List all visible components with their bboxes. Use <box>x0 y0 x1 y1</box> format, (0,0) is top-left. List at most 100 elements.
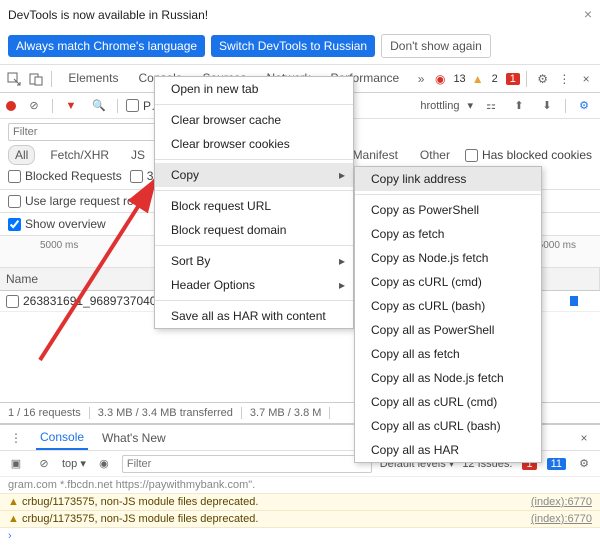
context-menu: Open in new tab Clear browser cache Clea… <box>154 76 354 329</box>
menu-save-har[interactable]: Save all as HAR with content <box>155 304 353 328</box>
menu-copy[interactable]: Copy▸ <box>155 163 353 187</box>
search-icon[interactable]: 🔍 <box>89 96 109 116</box>
filter-other[interactable]: Other <box>413 145 457 165</box>
live-expression-icon[interactable]: ◉ <box>94 454 114 474</box>
large-rows-checkbox[interactable]: Use large request rows <box>8 194 148 208</box>
warn-icon: ▲ <box>472 72 484 86</box>
error-dot-icon: ◉ <box>435 72 445 86</box>
request-count: 1 / 16 requests <box>8 407 90 419</box>
menu-copy-all-ps[interactable]: Copy all as PowerShell <box>355 318 541 342</box>
menu-copy-all-curl-cmd[interactable]: Copy all as cURL (cmd) <box>355 390 541 414</box>
console-clear-icon[interactable]: ⊘ <box>34 454 54 474</box>
close-drawer-icon[interactable]: × <box>574 428 594 448</box>
resources-size: 3.7 MB / 3.8 M <box>250 407 331 419</box>
menu-clear-cookies[interactable]: Clear browser cookies <box>155 132 353 156</box>
filter-input[interactable] <box>8 123 168 141</box>
console-log: gram.com *.fbcdn.net https://paywithmyba… <box>0 477 600 544</box>
console-prompt[interactable]: › <box>0 528 600 544</box>
copy-submenu: Copy link address Copy as PowerShell Cop… <box>354 166 542 463</box>
dismiss-banner-button[interactable]: Don't show again <box>381 34 491 58</box>
network-settings-gear-icon[interactable]: ⚙ <box>574 96 594 116</box>
context-selector[interactable]: top ▾ <box>62 457 86 470</box>
menu-copy-all-curl-bash[interactable]: Copy all as cURL (bash) <box>355 414 541 438</box>
filter-js[interactable]: JS <box>124 145 152 165</box>
upload-har-icon[interactable]: ⬆ <box>509 96 529 116</box>
more-tabs-icon[interactable]: » <box>411 69 431 89</box>
menu-copy-curl-cmd[interactable]: Copy as cURL (cmd) <box>355 270 541 294</box>
inspect-icon[interactable] <box>4 69 24 89</box>
clear-icon[interactable]: ⊘ <box>24 96 44 116</box>
separator <box>155 104 353 105</box>
separator <box>155 159 353 160</box>
throttling-dropdown[interactable]: ▾ <box>467 99 473 112</box>
separator <box>52 99 53 113</box>
row-checkbox[interactable] <box>6 295 19 308</box>
submenu-arrow-icon: ▸ <box>339 278 345 292</box>
drawer-tab-whatsnew[interactable]: What's New <box>98 427 170 449</box>
console-settings-gear-icon[interactable]: ⚙ <box>574 454 594 474</box>
throttling-label: hrottling <box>420 100 459 112</box>
separator <box>155 245 353 246</box>
banner-title: DevTools is now available in Russian! <box>8 6 592 28</box>
transferred-size: 3.3 MB / 3.4 MB transferred <box>98 407 242 419</box>
separator <box>565 99 566 113</box>
menu-copy-link[interactable]: Copy link address <box>355 167 541 191</box>
settings-gear-icon[interactable]: ⚙ <box>533 69 553 89</box>
warn-count[interactable]: 2 <box>488 73 502 85</box>
menu-block-url[interactable]: Block request URL <box>155 194 353 218</box>
issues-count[interactable]: 1 <box>506 73 520 85</box>
separator <box>155 190 353 191</box>
submenu-arrow-icon: ▸ <box>339 254 345 268</box>
record-icon[interactable] <box>6 101 16 111</box>
wifi-icon[interactable]: ⚏ <box>481 96 501 116</box>
drawer-tab-console[interactable]: Console <box>36 426 88 450</box>
menu-copy-curl-bash[interactable]: Copy as cURL (bash) <box>355 294 541 318</box>
drawer-kebab-icon[interactable]: ⋮ <box>6 428 26 448</box>
separator <box>117 99 118 113</box>
log-source-link[interactable]: (index):6770 <box>531 496 592 508</box>
close-devtools-icon[interactable]: × <box>576 69 596 89</box>
error-count[interactable]: 13 <box>449 73 469 85</box>
match-language-button[interactable]: Always match Chrome's language <box>8 35 205 57</box>
filter-funnel-icon[interactable]: ▼ <box>61 96 81 116</box>
filter-xhr[interactable]: Fetch/XHR <box>43 145 116 165</box>
device-toggle-icon[interactable] <box>26 69 46 89</box>
kebab-menu-icon[interactable]: ⋮ <box>555 69 575 89</box>
time-marker: 5000 ms <box>40 240 78 251</box>
separator <box>51 71 52 87</box>
separator <box>355 194 541 195</box>
submenu-arrow-icon: ▸ <box>339 168 345 182</box>
separator <box>155 300 353 301</box>
menu-copy-all-fetch[interactable]: Copy all as fetch <box>355 342 541 366</box>
blocked-cookies-checkbox[interactable]: Has blocked cookies <box>465 148 592 162</box>
log-line[interactable]: ▲ crbug/1173575, non-JS module files dep… <box>0 511 600 528</box>
switch-language-button[interactable]: Switch DevTools to Russian <box>211 35 375 57</box>
filter-manifest[interactable]: Manifest <box>346 145 405 165</box>
log-line[interactable]: gram.com *.fbcdn.net https://paywithmyba… <box>0 477 600 494</box>
menu-block-domain[interactable]: Block request domain <box>155 218 353 242</box>
issues-info-badge[interactable]: 11 <box>547 458 566 470</box>
menu-clear-cache[interactable]: Clear browser cache <box>155 108 353 132</box>
close-icon[interactable]: × <box>584 6 592 22</box>
menu-copy-fetch[interactable]: Copy as fetch <box>355 222 541 246</box>
console-filter-input[interactable] <box>122 455 372 473</box>
waterfall-bar <box>570 296 578 306</box>
menu-copy-all-nodefetch[interactable]: Copy all as Node.js fetch <box>355 366 541 390</box>
menu-open-new-tab[interactable]: Open in new tab <box>155 77 353 101</box>
tab-elements[interactable]: Elements <box>58 65 128 93</box>
menu-header-options[interactable]: Header Options▸ <box>155 273 353 297</box>
separator <box>526 71 527 87</box>
menu-copy-ps[interactable]: Copy as PowerShell <box>355 198 541 222</box>
request-name: 263831691_9689737040… <box>23 294 168 308</box>
console-sidebar-icon[interactable]: ▣ <box>6 454 26 474</box>
menu-copy-all-har[interactable]: Copy all as HAR <box>355 438 541 462</box>
blocked-requests-checkbox[interactable]: Blocked Requests <box>8 169 122 183</box>
show-overview-checkbox[interactable]: Show overview <box>8 217 106 231</box>
menu-sort-by[interactable]: Sort By▸ <box>155 249 353 273</box>
menu-copy-nodefetch[interactable]: Copy as Node.js fetch <box>355 246 541 270</box>
log-source-link[interactable]: (index):6770 <box>531 513 592 525</box>
download-har-icon[interactable]: ⬇ <box>537 96 557 116</box>
filter-all[interactable]: All <box>8 145 35 165</box>
language-banner: DevTools is now available in Russian! Al… <box>0 0 600 65</box>
log-line[interactable]: ▲ crbug/1173575, non-JS module files dep… <box>0 494 600 511</box>
